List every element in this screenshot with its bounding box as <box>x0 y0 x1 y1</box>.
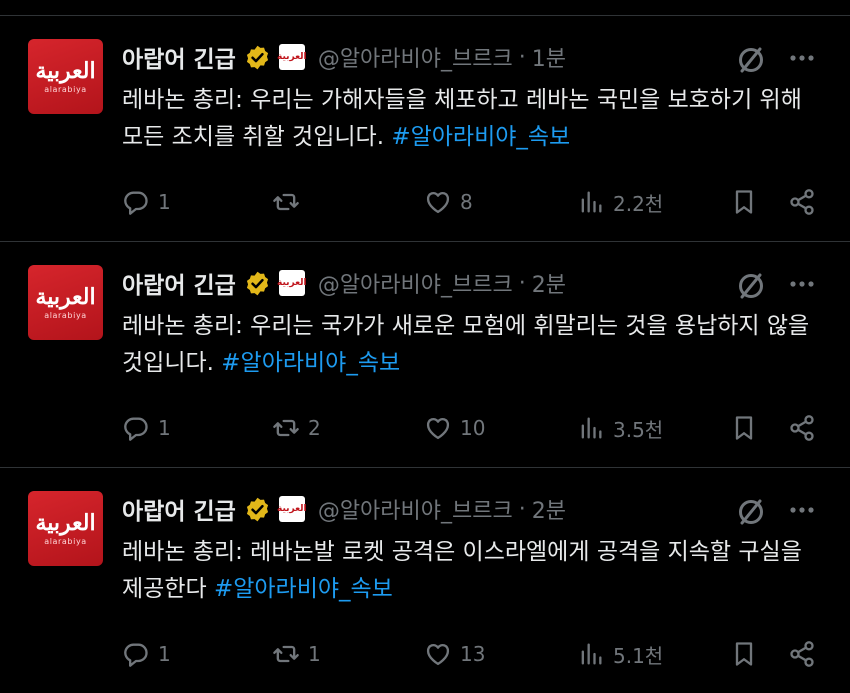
reply-button[interactable]: 1 <box>122 636 171 672</box>
views-icon <box>581 417 602 439</box>
reply-icon <box>124 191 148 215</box>
handle[interactable]: @알아라비야_브르크 <box>318 493 513 525</box>
reply-count: 1 <box>158 190 171 214</box>
like-count: 13 <box>460 642 486 666</box>
views-button[interactable]: 2.2천 <box>577 184 663 220</box>
retweet-icon <box>273 193 299 211</box>
retweet-button[interactable] <box>272 184 308 220</box>
handle[interactable]: @알아라비야_브르크 <box>318 267 513 299</box>
avatar[interactable]: العربية alarabiya <box>28 491 103 566</box>
like-count: 8 <box>460 190 473 214</box>
display-name[interactable]: 아랍어 긴급 <box>122 266 236 300</box>
retweet-button[interactable]: 2 <box>272 410 321 446</box>
tweet-text: 레바논 총리: 우리는 가해자들을 체포하고 레바논 국민을 보호하기 위해 모… <box>122 82 822 156</box>
grok-icon[interactable] <box>735 496 767 528</box>
avatar-logo-latin: alarabiya <box>44 310 87 320</box>
retweet-count: 1 <box>308 642 321 666</box>
like-button[interactable]: 10 <box>424 410 485 446</box>
avatar-logo-arabic: العربية <box>35 509 96 536</box>
display-name[interactable]: 아랍어 긴급 <box>122 492 236 526</box>
views-icon <box>581 191 602 213</box>
share-button[interactable] <box>788 636 816 672</box>
verified-icon[interactable] <box>244 270 271 297</box>
like-icon <box>426 643 450 666</box>
avatar-logo-arabic: العربية <box>35 283 96 310</box>
tweet-text: 레바논 총리: 우리는 국가가 새로운 모험에 휘말리는 것을 용납하지 않을 … <box>122 308 822 382</box>
verified-icon[interactable] <box>244 44 271 71</box>
view-count: 3.5천 <box>613 417 664 442</box>
separator-dot: · <box>518 270 526 296</box>
timestamp[interactable]: 1분 <box>532 41 566 73</box>
share-icon <box>790 189 814 215</box>
separator-dot: · <box>518 496 526 522</box>
retweet-button[interactable]: 1 <box>272 636 321 672</box>
bookmark-button[interactable] <box>730 636 758 672</box>
affiliate-badge[interactable]: العربية <box>277 496 307 522</box>
tweet[interactable]: العربية alarabiya 아랍어 긴급 العربية @알아라비야_… <box>0 242 850 468</box>
timestamp[interactable]: 2분 <box>532 493 566 525</box>
reply-count: 1 <box>158 416 171 440</box>
views-icon <box>581 643 602 665</box>
timeline-feed: العربية alarabiya 아랍어 긴급 العربية @알아라비야_… <box>0 0 850 691</box>
tweet-header: 아랍어 긴급 العربية @알아라비야_브르크 · 1분 <box>122 41 566 73</box>
tweet-actions: 1 2 10 3.5천 <box>122 410 822 446</box>
hashtag-link[interactable]: #알아라비야_속보 <box>391 124 570 150</box>
hashtag-link[interactable]: #알아라비야_속보 <box>214 576 393 602</box>
bookmark-button[interactable] <box>730 410 758 446</box>
views-button[interactable]: 5.1천 <box>577 636 663 672</box>
tweet-actions: 1 1 13 5.1천 <box>122 636 822 672</box>
tweet-header: 아랍어 긴급 العربية @알아라비야_브르크 · 2분 <box>122 267 566 299</box>
affiliate-badge[interactable]: العربية <box>277 44 307 70</box>
reply-button[interactable]: 1 <box>122 184 171 220</box>
tweet-actions: 1 8 2.2천 <box>122 184 822 220</box>
tweet-text: 레바논 총리: 레바논발 로켓 공격은 이스라엘에게 공격을 지속할 구실을 제… <box>122 534 822 608</box>
retweet-count: 2 <box>308 416 321 440</box>
reply-icon <box>124 643 148 667</box>
avatar-logo-latin: alarabiya <box>44 84 87 94</box>
reply-icon <box>124 417 148 441</box>
bookmark-button[interactable] <box>730 184 758 220</box>
bookmark-icon <box>735 416 753 440</box>
separator-dot: · <box>518 44 526 70</box>
more-icon[interactable] <box>788 500 816 520</box>
timestamp[interactable]: 2분 <box>532 267 566 299</box>
verified-icon[interactable] <box>244 496 271 523</box>
view-count: 2.2천 <box>613 191 664 216</box>
grok-icon[interactable] <box>735 270 767 302</box>
like-icon <box>426 417 450 440</box>
display-name[interactable]: 아랍어 긴급 <box>122 40 236 74</box>
like-button[interactable]: 13 <box>424 636 485 672</box>
tweet[interactable]: العربية alarabiya 아랍어 긴급 العربية @알아라비야_… <box>0 16 850 242</box>
view-count: 5.1천 <box>613 643 664 668</box>
grok-icon[interactable] <box>735 44 767 76</box>
avatar[interactable]: العربية alarabiya <box>28 265 103 340</box>
retweet-icon <box>273 419 299 437</box>
handle[interactable]: @알아라비야_브르크 <box>318 41 513 73</box>
more-icon[interactable] <box>788 274 816 294</box>
share-icon <box>790 641 814 667</box>
affiliate-badge[interactable]: العربية <box>277 270 307 296</box>
more-icon[interactable] <box>788 48 816 68</box>
like-button[interactable]: 8 <box>424 184 473 220</box>
tweet-header: 아랍어 긴급 العربية @알아라비야_브르크 · 2분 <box>122 493 566 525</box>
views-button[interactable]: 3.5천 <box>577 410 663 446</box>
avatar[interactable]: العربية alarabiya <box>28 39 103 114</box>
avatar-logo-arabic: العربية <box>35 57 96 84</box>
like-icon <box>426 191 450 214</box>
avatar-logo-latin: alarabiya <box>44 536 87 546</box>
share-button[interactable] <box>788 184 816 220</box>
tweet[interactable]: العربية alarabiya 아랍어 긴급 العربية @알아라비야_… <box>0 468 850 693</box>
share-button[interactable] <box>788 410 816 446</box>
reply-count: 1 <box>158 642 171 666</box>
share-icon <box>790 415 814 441</box>
hashtag-link[interactable]: #알아라비야_속보 <box>221 350 400 376</box>
reply-button[interactable]: 1 <box>122 410 171 446</box>
bookmark-icon <box>735 642 753 666</box>
bookmark-icon <box>735 190 753 214</box>
like-count: 10 <box>460 416 486 440</box>
retweet-icon <box>273 645 299 663</box>
